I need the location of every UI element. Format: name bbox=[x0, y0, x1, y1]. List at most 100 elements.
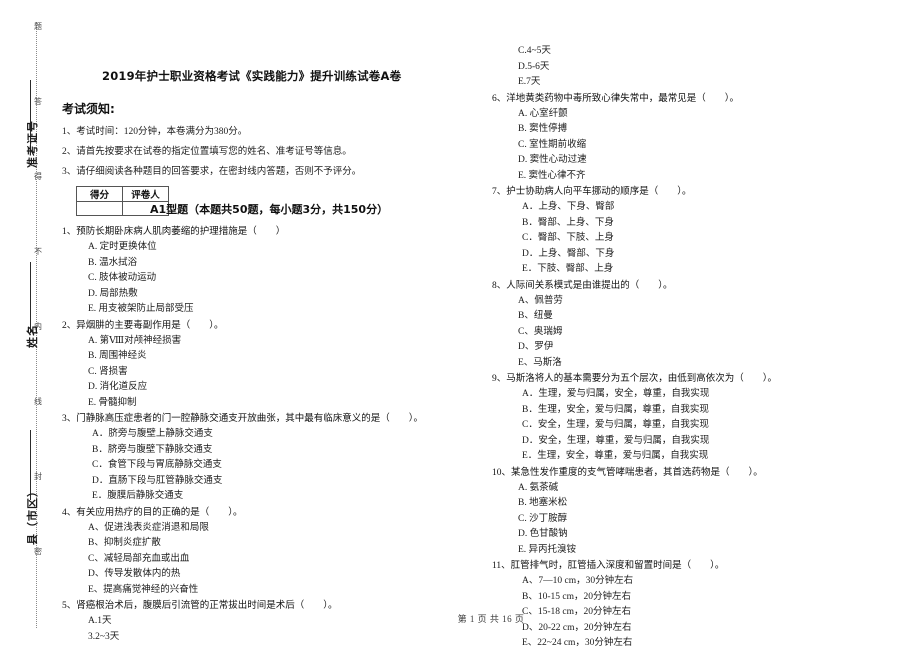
question-option[interactable]: B．臀部、上身、下身 bbox=[492, 216, 892, 232]
question-item: 11、肛管排气时，肛管插入深度和留置时间是（ ）。 A、7—10 cm，30分钟… bbox=[492, 558, 892, 650]
seal-char: 得 bbox=[34, 172, 42, 181]
score-value-cell[interactable] bbox=[76, 201, 123, 216]
question-option[interactable]: C．臀部、下肢、上身 bbox=[492, 231, 892, 247]
question-option[interactable]: A. 第Ⅷ对颅神经损害 bbox=[62, 334, 462, 350]
question-option[interactable]: E、提高痛觉神经的兴奋性 bbox=[62, 583, 462, 599]
question-option[interactable]: C．食管下段与胃底静脉交通支 bbox=[62, 458, 462, 474]
seal-char: 密 bbox=[34, 547, 42, 556]
question-option[interactable]: C. 肢体被动运动 bbox=[62, 271, 462, 287]
question-option[interactable]: D．安全，生理，尊重，爱与归属，自我实现 bbox=[492, 434, 892, 450]
questions-column-left: 1、预防长期卧床病人肌肉萎缩的护理措施是（ ） A. 定时更换体位 B. 温水拭… bbox=[62, 224, 462, 645]
question-option[interactable]: C.4~5天 bbox=[492, 44, 892, 60]
question-stem: 4、有关应用热疗的目的正确的是（ ）。 bbox=[62, 507, 243, 518]
question-option[interactable]: A. 心室纤颤 bbox=[492, 107, 892, 123]
question-option[interactable]: D.5-6天 bbox=[492, 60, 892, 76]
question-item: 2、异烟肼的主要毒副作用是（ ）。 A. 第Ⅷ对颅神经损害 B. 周围神经炎 C… bbox=[62, 318, 462, 412]
exam-notice-list: 1、考试时间：120分钟，本卷满分为380分。 2、请首先按要求在试卷的指定位置… bbox=[62, 122, 462, 182]
notice-item: 1、考试时间：120分钟，本卷满分为380分。 bbox=[62, 127, 248, 137]
seal-char: 线 bbox=[34, 397, 42, 406]
score-label-cell: 得分 bbox=[76, 186, 123, 202]
question-option[interactable]: D．上身、臀部、下身 bbox=[492, 247, 892, 263]
question-option[interactable]: D．直肠下段与肛管静脉交通支 bbox=[62, 474, 462, 490]
page-footer: 第 1 页 共 16 页 bbox=[457, 614, 525, 624]
question-item: 10、某急性发作重度的支气管哮喘患者，其首选药物是（ ）。 A. 氨茶碱 B. … bbox=[492, 465, 892, 559]
margin-label-name: 姓名 bbox=[26, 324, 39, 348]
question-option[interactable]: A. 氨茶碱 bbox=[492, 481, 892, 497]
question-option[interactable]: A. 定时更换体位 bbox=[62, 240, 462, 256]
seal-rule-segment bbox=[30, 262, 31, 332]
question-stem: 6、洋地黄类药物中毒所致心律失常中，最常见是（ ）。 bbox=[492, 93, 740, 104]
exam-notice-heading: 考试须知: bbox=[62, 102, 115, 116]
question-option[interactable]: A．上身、下身、臀部 bbox=[492, 200, 892, 216]
question-stem: 2、异烟肼的主要毒副作用是（ ）。 bbox=[62, 320, 224, 331]
question-item: 8、人际间关系模式是由谁提出的（ ）。 A、佩普劳 B、纽曼 C、奥瑞姆 D、罗… bbox=[492, 278, 892, 372]
question-option[interactable]: A、佩普劳 bbox=[492, 294, 892, 310]
notice-item: 3、请仔细阅读各种题目的回答要求，在密封线内答题，否则不予评分。 bbox=[62, 167, 362, 177]
question-option[interactable]: B. 温水拭浴 bbox=[62, 256, 462, 272]
seal-char: 答 bbox=[34, 97, 42, 106]
exam-paper-page: 题 答 得 不 内 线 封 密 准考证号 姓名 县（市区） 2019年护士职业资… bbox=[0, 0, 920, 650]
question-option[interactable]: D. 色甘酸钠 bbox=[492, 527, 892, 543]
question-option[interactable]: C、减轻局部充血或出血 bbox=[62, 552, 462, 568]
question-option[interactable]: B．生理，安全，爱与归属，尊重，自我实现 bbox=[492, 403, 892, 419]
questions-column-right: C.4~5天 D.5-6天 E.7天 6、洋地黄类药物中毒所致心律失常中，最常见… bbox=[492, 44, 892, 650]
question-option[interactable]: D. 消化道反应 bbox=[62, 380, 462, 396]
question-option[interactable]: B. 地塞米松 bbox=[492, 496, 892, 512]
question-option[interactable]: C. 室性期前收缩 bbox=[492, 138, 892, 154]
question-option[interactable]: D. 局部热敷 bbox=[62, 287, 462, 303]
question-option[interactable]: 3.2~3天 bbox=[62, 630, 462, 646]
question-stem: 9、马斯洛将人的基本需要分为五个层次，由低到高依次为（ ）。 bbox=[492, 374, 778, 384]
question-item: 1、预防长期卧床病人肌肉萎缩的护理措施是（ ） A. 定时更换体位 B. 温水拭… bbox=[62, 224, 462, 318]
question-option[interactable]: E. 用支被架防止局部受压 bbox=[62, 302, 462, 318]
question-stem: 10、某急性发作重度的支气管哮喘患者，其首选药物是（ ）。 bbox=[492, 467, 763, 478]
question-stem: 3、门静脉高压症患者的门一腔静脉交通支开放曲张，其中最有临床意义的是（ ）。 bbox=[62, 414, 424, 424]
question-stem: 1、预防长期卧床病人肌肉萎缩的护理措施是（ ） bbox=[62, 227, 286, 237]
question-option[interactable]: A．脐旁与腹壁上静脉交通支 bbox=[62, 427, 462, 443]
seal-char: 题 bbox=[34, 22, 42, 31]
question-item: 9、马斯洛将人的基本需要分为五个层次，由低到高依次为（ ）。 A．生理，爱与归属… bbox=[492, 371, 892, 465]
margin-label-county: 县（市区） bbox=[26, 485, 39, 545]
question-option[interactable]: B. 窦性停搏 bbox=[492, 122, 892, 138]
question-item-continued: C.4~5天 D.5-6天 E.7天 bbox=[492, 44, 892, 91]
question-option[interactable]: E．下肢、臀部、上身 bbox=[492, 262, 892, 278]
question-option[interactable]: D. 窦性心动过速 bbox=[492, 153, 892, 169]
question-item: 3、门静脉高压症患者的门一腔静脉交通支开放曲张，其中最有临床意义的是（ ）。 A… bbox=[62, 411, 462, 505]
margin-label-exam-number: 准考证号 bbox=[26, 120, 39, 168]
question-stem: 11、肛管排气时，肛管插入深度和留置时间是（ ）。 bbox=[492, 561, 725, 571]
question-option[interactable]: C．安全，生理，爱与归属，尊重，自我实现 bbox=[492, 418, 892, 434]
question-option[interactable]: D、罗伊 bbox=[492, 340, 892, 356]
question-option[interactable]: E. 骨髓抑制 bbox=[62, 396, 462, 412]
question-option[interactable]: E. 异丙托溴铵 bbox=[492, 543, 892, 559]
seal-char: 封 bbox=[34, 472, 42, 481]
question-stem: 7、护士协助病人向平车挪动的顺序是（ ）。 bbox=[492, 187, 692, 197]
question-item: 4、有关应用热疗的目的正确的是（ ）。 A、促进浅表炎症消退和局限 B、抑制炎症… bbox=[62, 505, 462, 599]
question-option[interactable]: B、纽曼 bbox=[492, 309, 892, 325]
question-option[interactable]: B. 周围神经炎 bbox=[62, 349, 462, 365]
question-item: 7、护士协助病人向平车挪动的顺序是（ ）。 A．上身、下身、臀部 B．臀部、上身… bbox=[492, 184, 892, 278]
seal-char: 不 bbox=[34, 247, 42, 256]
question-option[interactable]: A、7—10 cm，30分钟左右 bbox=[492, 574, 892, 590]
grader-label-cell: 评卷人 bbox=[122, 186, 169, 202]
question-item: 6、洋地黄类药物中毒所致心律失常中，最常见是（ ）。 A. 心室纤颤 B. 窦性… bbox=[492, 91, 892, 185]
question-option[interactable]: E．腹膜后静脉交通支 bbox=[62, 489, 462, 505]
section-heading: A1型题（本题共50题，每小题3分，共150分） bbox=[150, 203, 389, 216]
question-option[interactable]: B、10-15 cm，20分钟左右 bbox=[492, 590, 892, 606]
document-body: 2019年护士职业资格考试《实践能力》提升训练试卷A卷 考试须知: 1、考试时间… bbox=[62, 0, 920, 650]
sealing-margin: 题 答 得 不 内 线 封 密 准考证号 姓名 县（市区） bbox=[0, 0, 58, 650]
question-option[interactable]: E、22~24 cm，30分钟左右 bbox=[492, 636, 892, 650]
question-option[interactable]: B．脐旁与腹壁下静脉交通支 bbox=[62, 443, 462, 459]
question-option[interactable]: B、抑制炎症扩散 bbox=[62, 536, 462, 552]
question-option[interactable]: A．生理，爱与归属，安全，尊重，自我实现 bbox=[492, 387, 892, 403]
question-option[interactable]: A、促进浅表炎症消退和局限 bbox=[62, 521, 462, 537]
question-option[interactable]: E. 窦性心律不齐 bbox=[492, 169, 892, 185]
question-option[interactable]: C、奥瑞姆 bbox=[492, 325, 892, 341]
page-title: 2019年护士职业资格考试《实践能力》提升训练试卷A卷 bbox=[102, 69, 402, 83]
notice-item: 2、请首先按要求在试卷的指定位置填写您的姓名、准考证号等信息。 bbox=[62, 147, 352, 157]
question-option[interactable]: E.7天 bbox=[492, 75, 892, 91]
question-option[interactable]: E．生理，安全，尊重，爱与归属，自我实现 bbox=[492, 449, 892, 465]
question-option[interactable]: C. 肾损害 bbox=[62, 365, 462, 381]
question-option[interactable]: E、马斯洛 bbox=[492, 356, 892, 372]
question-option[interactable]: C. 沙丁胺醇 bbox=[492, 512, 892, 528]
question-stem: 8、人际间关系模式是由谁提出的（ ）。 bbox=[492, 280, 673, 291]
question-option[interactable]: D、传导发散体内的热 bbox=[62, 567, 462, 583]
